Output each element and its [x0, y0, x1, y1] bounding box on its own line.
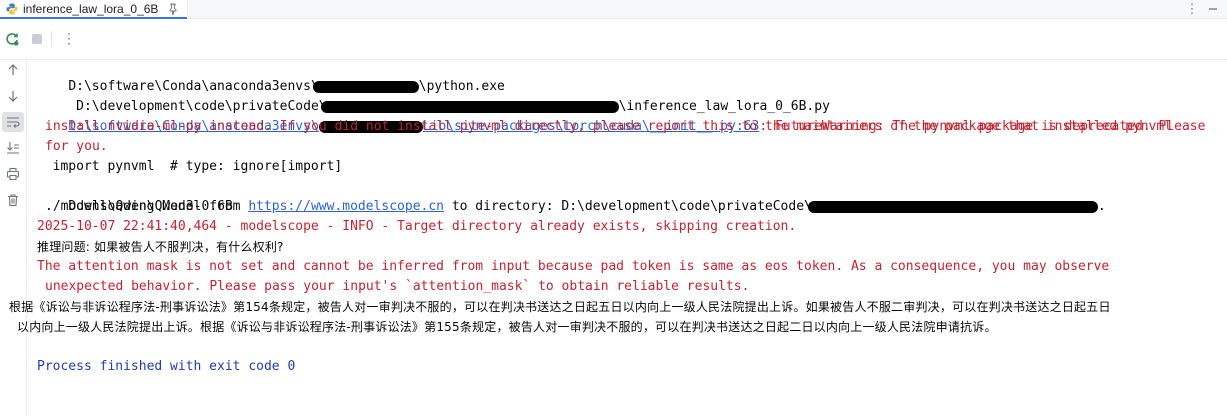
tab-bar: inference_law_lora_0_6B ⋮ — [0, 0, 1227, 19]
rerun-icon[interactable] — [1, 28, 23, 50]
console-line-import: import pynvml # type: ignore[import] — [37, 159, 343, 174]
console-line-answer-cont: 以内向上一级人民法院提出上诉。根据《诉讼与非诉讼程序法-刑事诉讼法》第155条规… — [17, 320, 997, 334]
console-line-warning: D:\software\Conda\anaconda3envs\ Lib\site… — [37, 97, 1222, 134]
console-gutter — [0, 60, 27, 416]
console-line-warning-cont: install nvidia-ml-py instead. If you did… — [45, 119, 1173, 134]
console-line-attention-warning: The attention mask is not set and cannot… — [37, 259, 1110, 274]
console-line-exit: Process finished with exit code 0 — [37, 359, 296, 374]
console-line-interpreter: D:\software\Conda\anaconda3envs\ \python.… — [37, 57, 1222, 94]
minimize-icon[interactable] — [1205, 0, 1221, 18]
console-output[interactable]: D:\software\Conda\anaconda3envs\ \python.… — [9, 57, 1222, 377]
arrow-up-icon[interactable] — [2, 60, 24, 80]
console-line-warning-cont2: for you. — [45, 139, 108, 154]
arrow-down-icon[interactable] — [2, 86, 24, 106]
console-line-answer: 根据《诉讼与非诉讼程序法-刑事诉讼法》第154条规定，被告人对一审判决不服的，可… — [9, 300, 1111, 314]
more-options-icon[interactable]: ⋮ — [1185, 0, 1199, 18]
tab-title: inference_law_lora_0_6B — [23, 2, 159, 16]
console-line-question: 推理问题: 如果被告人不服判决，有什么权利? — [37, 240, 284, 254]
more-vertical-icon[interactable]: ⋮ — [58, 28, 80, 50]
console-line-script: D:\development\code\privateCode\ \inferen… — [37, 77, 1222, 114]
console-line-modelscope-info: 2025-10-07 22:41:40,464 - modelscope - I… — [37, 219, 797, 234]
run-tab[interactable]: inference_law_lora_0_6B — [0, 0, 189, 19]
trash-icon[interactable] — [2, 190, 24, 210]
soft-wrap-icon[interactable] — [2, 112, 24, 132]
console-line-download: Downloading Model from https://www.model… — [37, 177, 1222, 214]
stop-icon[interactable] — [26, 28, 48, 50]
pin-icon[interactable] — [167, 3, 179, 16]
run-toolbar: ⋮ — [0, 19, 1227, 60]
scroll-to-end-icon[interactable] — [2, 138, 24, 158]
print-icon[interactable] — [2, 164, 24, 184]
python-file-icon — [6, 3, 18, 15]
console-line-model-path: ./models\Qwen\Qwen3-0.6B — [45, 199, 233, 214]
toolbar-divider — [51, 31, 52, 47]
console-line-attention-warning-cont: unexpected behavior. Please pass your in… — [45, 279, 750, 294]
